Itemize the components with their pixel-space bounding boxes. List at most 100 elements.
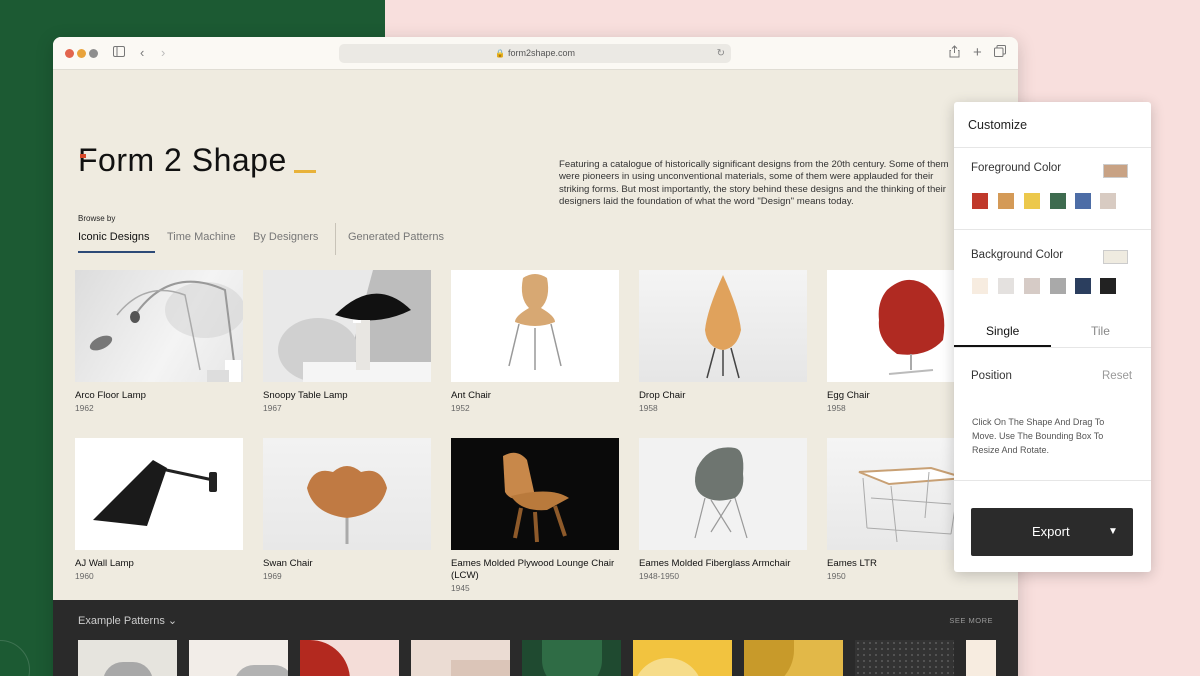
product-year: 1967 (263, 403, 282, 413)
browse-by-label: Browse by (78, 214, 116, 223)
product-name: AJ Wall Lamp (75, 558, 134, 569)
foreground-swatch-blue[interactable] (1075, 193, 1091, 209)
background-swatch-navy[interactable] (1075, 278, 1091, 294)
product-image (451, 270, 619, 382)
pattern-tile[interactable] (189, 640, 288, 676)
foreground-swatch-red[interactable] (972, 193, 988, 209)
logo-accent-yellow (294, 170, 316, 173)
tabs-overview-icon[interactable] (994, 45, 1006, 61)
maximize-window-dot[interactable] (89, 49, 98, 58)
product-name: Ant Chair (451, 390, 491, 401)
product-card[interactable]: Eames Molded Fiberglass Armchair 1948-19… (639, 438, 807, 582)
product-name: Eames Molded Plywood Lounge Chair (LCW) (451, 558, 615, 581)
customize-title: Customize (968, 118, 1028, 132)
pattern-tile[interactable] (855, 640, 954, 676)
tab-time-machine[interactable]: Time Machine (167, 231, 236, 243)
product-card[interactable]: Arco Floor Lamp 1962 (75, 270, 243, 414)
product-card[interactable]: Eames Molded Plywood Lounge Chair (LCW) … (451, 438, 619, 594)
minimize-window-dot[interactable] (77, 49, 86, 58)
pattern-tile[interactable] (744, 640, 843, 676)
product-year: 1969 (263, 571, 282, 581)
forward-icon[interactable]: › (161, 45, 165, 61)
chevron-down-icon: ⌄ (167, 615, 178, 627)
pattern-tile[interactable] (78, 640, 177, 676)
logo-text: Form 2 Shape (78, 142, 287, 178)
product-name: Eames Molded Fiberglass Armchair (639, 558, 791, 569)
address-bar[interactable]: 🔒 form2shape.com ↻ (339, 44, 731, 63)
product-image (451, 438, 619, 550)
patterns-title: Example Patterns (78, 615, 165, 627)
product-card[interactable]: Snoopy Table Lamp 1967 (263, 270, 431, 414)
logo-accent-red (80, 154, 86, 158)
divider (954, 229, 1151, 230)
divider (954, 480, 1151, 481)
product-card[interactable]: Ant Chair 1952 (451, 270, 619, 414)
product-name: Snoopy Table Lamp (263, 390, 348, 401)
product-name: Drop Chair (639, 390, 686, 401)
browser-window: ‹ › 🔒 form2shape.com ↻ + Form 2 Shape Fea… (53, 37, 1018, 676)
page-content: Form 2 Shape Featuring a catalogue of hi… (53, 70, 1018, 676)
new-tab-icon[interactable]: + (973, 45, 982, 61)
export-button[interactable]: Export ▼ (971, 508, 1133, 556)
export-label: Export (1032, 524, 1070, 539)
mode-single-tab[interactable]: Single (986, 324, 1019, 338)
background-swatch-gray[interactable] (1050, 278, 1066, 294)
reset-button[interactable]: Reset (1102, 370, 1132, 382)
background-swatch-taupe[interactable] (1024, 278, 1040, 294)
site-description: Featuring a catalogue of historically si… (559, 159, 949, 207)
product-image (263, 270, 431, 382)
product-card[interactable]: AJ Wall Lamp 1960 (75, 438, 243, 582)
see-more-link[interactable]: SEE MORE (949, 616, 993, 625)
tab-divider (335, 223, 336, 255)
close-window-dot[interactable] (65, 49, 74, 58)
mode-tile-tab[interactable]: Tile (1091, 324, 1110, 338)
tab-iconic-designs[interactable]: Iconic Designs (78, 231, 150, 243)
pattern-tile[interactable] (411, 640, 510, 676)
help-text: Click On The Shape And Drag To Move. Use… (972, 417, 1105, 455)
product-card[interactable]: Drop Chair 1958 (639, 270, 807, 414)
caret-down-icon[interactable]: ▼ (1108, 526, 1118, 537)
pattern-tile[interactable] (966, 640, 996, 676)
background-color-label: Background Color (971, 249, 1064, 261)
product-year: 1945 (451, 583, 470, 593)
customize-panel: Customize Foreground Color Background Co… (954, 102, 1151, 572)
divider (954, 147, 1151, 148)
foreground-swatch-yellow[interactable] (1024, 193, 1040, 209)
pattern-tile[interactable] (633, 640, 732, 676)
example-patterns-section: Example Patterns ⌄ SEE MORE (53, 600, 1018, 676)
sidebar-icon[interactable] (113, 45, 125, 61)
foreground-swatch-beige[interactable] (1100, 193, 1116, 209)
pattern-tile[interactable] (522, 640, 621, 676)
product-year: 1960 (75, 571, 94, 581)
product-name: Swan Chair (263, 558, 313, 569)
product-image (75, 270, 243, 382)
product-image (639, 270, 807, 382)
foreground-swatch-green[interactable] (1050, 193, 1066, 209)
site-logo[interactable]: Form 2 Shape (78, 142, 316, 179)
tab-generated-patterns[interactable]: Generated Patterns (348, 231, 444, 243)
product-name: Arco Floor Lamp (75, 390, 146, 401)
product-year: 1952 (451, 403, 470, 413)
product-image (263, 438, 431, 550)
foreground-color-label: Foreground Color (971, 162, 1062, 174)
divider (954, 347, 1151, 348)
background-swatch-black[interactable] (1100, 278, 1116, 294)
foreground-swatch-tan[interactable] (998, 193, 1014, 209)
product-year: 1962 (75, 403, 94, 413)
product-year: 1950 (827, 571, 846, 581)
pattern-tile[interactable] (300, 640, 399, 676)
tab-by-designers[interactable]: By Designers (253, 231, 318, 243)
reload-icon[interactable]: ↻ (717, 44, 725, 63)
share-icon[interactable] (949, 45, 960, 62)
product-year: 1948-1950 (639, 571, 680, 581)
position-label: Position (971, 370, 1012, 382)
product-card[interactable]: Swan Chair 1969 (263, 438, 431, 582)
foreground-color-preview[interactable] (1103, 164, 1128, 178)
lock-icon: 🔒 (495, 49, 505, 58)
back-icon[interactable]: ‹ (140, 45, 144, 61)
example-patterns-toggle[interactable]: Example Patterns ⌄ (78, 614, 177, 627)
background-swatch-light-gray[interactable] (998, 278, 1014, 294)
background-color-preview[interactable] (1103, 250, 1128, 264)
background-swatch-cream[interactable] (972, 278, 988, 294)
url-text: form2shape.com (507, 48, 575, 58)
